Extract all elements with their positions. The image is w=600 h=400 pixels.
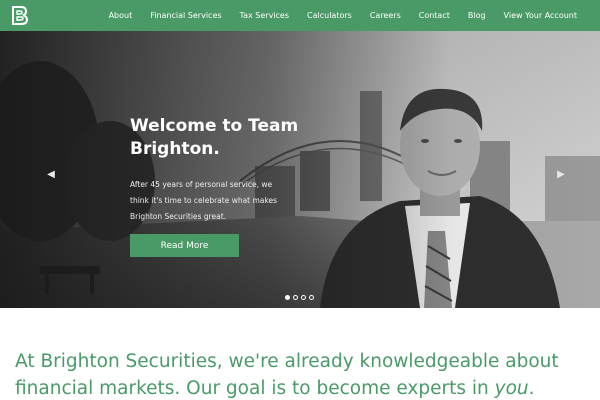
chevron-right-icon[interactable]: ▶ (553, 166, 569, 182)
intro-period: . (528, 378, 535, 399)
nav-contact[interactable]: Contact (419, 11, 450, 20)
top-navbar: About Financial Services Tax Services Ca… (0, 0, 600, 31)
intro-statement: At Brighton Securities, we're already kn… (15, 348, 590, 400)
read-more-button[interactable]: Read More (130, 234, 239, 257)
hero-background-photo (0, 31, 600, 308)
hero-carousel: Welcome to Team Brighton. After 45 years… (0, 31, 600, 308)
carousel-indicators (285, 295, 314, 300)
nav-blog[interactable]: Blog (468, 11, 486, 20)
brighton-logo-icon[interactable] (11, 6, 29, 25)
carousel-dot[interactable] (285, 295, 290, 300)
carousel-dot[interactable] (293, 295, 298, 300)
carousel-dot[interactable] (301, 295, 306, 300)
nav-financial-services[interactable]: Financial Services (150, 11, 221, 20)
main-menu: About Financial Services Tax Services Ca… (109, 0, 577, 31)
intro-emphasis: you (494, 378, 529, 399)
nav-about[interactable]: About (109, 11, 133, 20)
hero-title: Welcome to Team Brighton. (130, 116, 299, 159)
nav-tax-services[interactable]: Tax Services (240, 11, 289, 20)
nav-view-your-account[interactable]: View Your Account (504, 11, 577, 20)
carousel-dot[interactable] (309, 295, 314, 300)
hero-description: After 45 years of personal service, we t… (130, 180, 278, 221)
nav-careers[interactable]: Careers (370, 11, 401, 20)
intro-text: At Brighton Securities, we're already kn… (15, 351, 559, 399)
chevron-left-icon[interactable]: ◀ (43, 166, 59, 182)
nav-calculators[interactable]: Calculators (307, 11, 352, 20)
